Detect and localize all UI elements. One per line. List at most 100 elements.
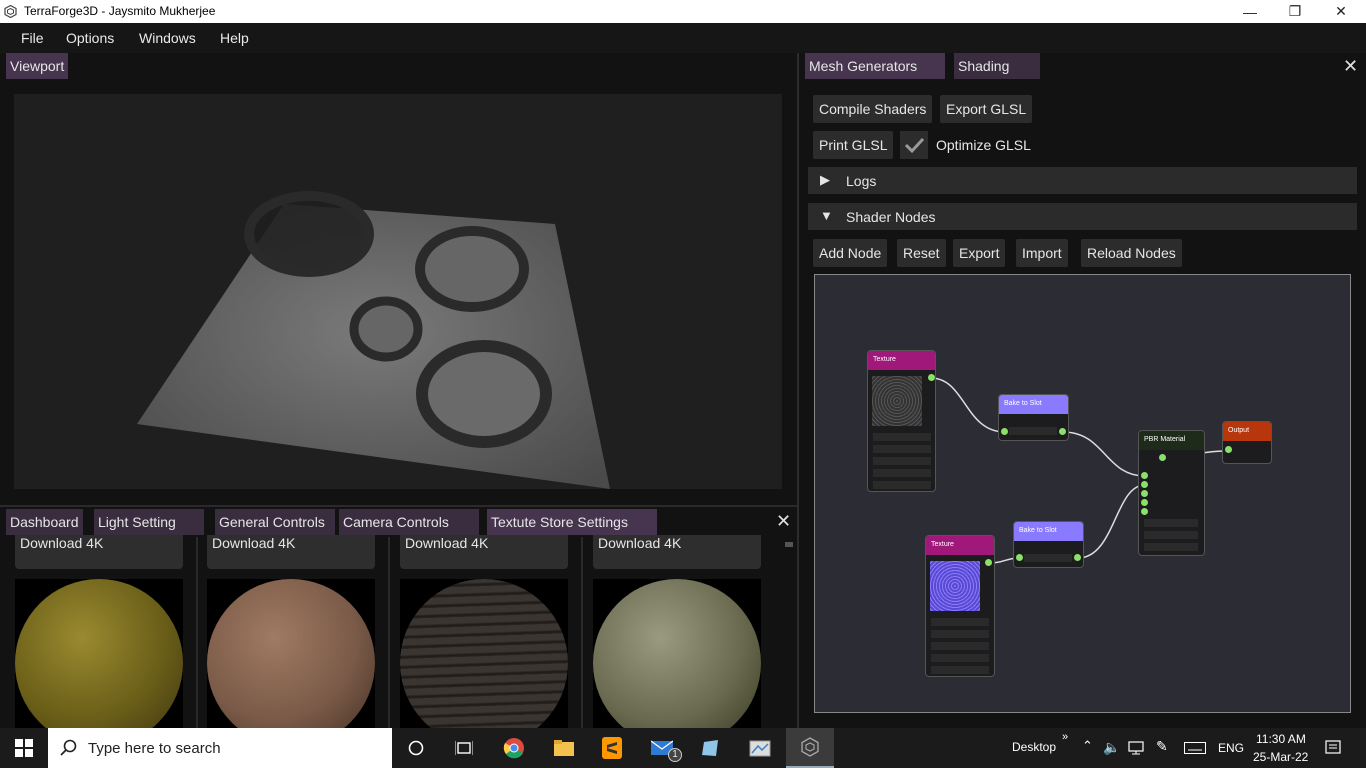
tab-general-controls[interactable]: General Controls [215,509,335,535]
brown-rock-sphere-icon [207,579,375,729]
input-pin[interactable] [1141,499,1148,506]
export-glsl-button[interactable]: Export GLSL [940,95,1033,123]
keyboard-icon[interactable] [1184,742,1206,754]
tab-dashboard[interactable]: Dashboard [6,509,83,535]
node-field [1144,543,1198,551]
pbr-material-node[interactable]: PBR Material [1138,430,1205,556]
chevron-up-icon[interactable]: ⌃ [1082,738,1093,754]
node-field [873,433,931,441]
print-glsl-button[interactable]: Print GLSL [813,131,894,159]
node-editor-canvas[interactable]: Texture Bake to Slot PBR Material Output… [814,274,1351,713]
texture-preview[interactable] [15,579,183,729]
bake-to-slot-node[interactable]: Bake to Slot [1013,521,1084,568]
output-pin[interactable] [1059,428,1066,435]
terraforge-logo-icon [4,5,17,18]
output-pin[interactable] [928,374,935,381]
download-4k-button[interactable]: Download 4K [400,535,568,569]
input-pin[interactable] [1141,490,1148,497]
clock-time[interactable]: 11:30 AM [1256,732,1306,746]
texture-preview[interactable] [400,579,568,729]
start-button[interactable] [0,728,48,768]
tab-shading[interactable]: Shading [954,53,1040,79]
texture-preview[interactable] [593,579,761,729]
compile-shaders-button[interactable]: Compile Shaders [813,95,933,123]
task-view-button[interactable] [440,728,488,768]
output-pin[interactable] [985,559,992,566]
shader-nodes-label: Shader Nodes [846,209,936,225]
close-window-button[interactable]: ✕ [1318,0,1364,23]
close-bottom-panel-button[interactable]: ✕ [776,511,791,532]
tab-mesh-generators[interactable]: Mesh Generators [805,53,945,79]
input-pin[interactable] [1141,472,1148,479]
tab-camera-controls[interactable]: Camera Controls [339,509,479,535]
volume-icon[interactable]: 🔈 [1103,739,1120,756]
menu-options[interactable]: Options [66,30,114,46]
download-4k-button[interactable]: Download 4K [15,535,183,569]
input-pin[interactable] [1016,554,1023,561]
search-placeholder: Type here to search [88,740,221,757]
checkmark-icon [904,137,925,154]
menu-file[interactable]: File [21,30,44,46]
menu-help[interactable]: Help [220,30,249,46]
shading-panel: Mesh Generators Shading ✕ Compile Shader… [799,53,1366,728]
node-field [931,618,989,626]
dark-bark-sphere-icon [400,579,568,729]
network-icon[interactable] [1128,741,1144,755]
chevron-right-icon[interactable]: » [1062,731,1068,743]
minimize-button[interactable]: — [1227,0,1273,23]
node-field [1009,427,1057,435]
desktop-toolbar-label[interactable]: Desktop [1012,740,1056,754]
add-node-button[interactable]: Add Node [813,239,888,267]
node-title: Bake to Slot [1014,522,1083,541]
sublime-taskbar-button[interactable] [588,728,636,768]
tab-texture-store-settings[interactable]: Textute Store Settings [487,509,657,535]
input-pin[interactable] [1225,446,1232,453]
clock-date[interactable]: 25-Mar-22 [1253,750,1308,764]
optimize-glsl-checkbox[interactable] [900,131,928,159]
download-4k-button[interactable]: Download 4K [593,535,761,569]
bake-to-slot-node[interactable]: Bake to Slot [998,394,1069,441]
reset-button[interactable]: Reset [897,239,946,267]
mail-taskbar-button[interactable]: 1 [638,728,686,768]
cortana-button[interactable] [392,728,440,768]
reload-nodes-button[interactable]: Reload Nodes [1081,239,1182,267]
language-indicator[interactable]: ENG [1218,741,1244,755]
close-right-panel-button[interactable]: ✕ [1343,56,1358,77]
input-pin[interactable] [1001,428,1008,435]
scrollbar-thumb[interactable] [785,542,793,547]
pen-icon[interactable]: ✎ [1156,738,1168,755]
viewport-panel: Viewport [0,53,797,507]
file-explorer-taskbar-button[interactable] [540,728,588,768]
taskbar-search-box[interactable]: Type here to search [48,728,392,768]
texture-preview[interactable] [207,579,375,729]
node-field [1144,519,1198,527]
bottom-panel: Dashboard Light Setting General Controls… [0,505,797,730]
app-taskbar-button[interactable] [686,728,734,768]
terraforge-taskbar-button[interactable] [786,728,834,768]
logs-section-header[interactable]: ▶ Logs [808,167,1357,194]
tab-light-setting[interactable]: Light Setting [94,509,204,535]
texture-node[interactable]: Texture [867,350,936,492]
notifications-icon[interactable] [1325,740,1341,756]
import-button[interactable]: Import [1016,239,1068,267]
tab-viewport[interactable]: Viewport [6,53,69,79]
mail-unread-badge: 1 [668,748,682,762]
restore-button[interactable]: ❐ [1272,0,1318,23]
output-node[interactable]: Output [1222,421,1272,464]
terrain-mesh [137,191,610,489]
output-pin[interactable] [1159,454,1166,461]
node-field [931,666,989,674]
shader-nodes-section-header[interactable]: ▼ Shader Nodes [808,203,1357,230]
output-pin[interactable] [1074,554,1081,561]
input-pin[interactable] [1141,508,1148,515]
chrome-taskbar-button[interactable] [490,728,538,768]
app-taskbar-button[interactable] [736,728,784,768]
node-title: Output [1223,422,1271,441]
download-4k-button[interactable]: Download 4K [207,535,375,569]
viewport-canvas[interactable] [14,94,782,489]
download-label: Download 4K [20,535,104,551]
texture-node[interactable]: Texture [925,535,995,677]
menu-windows[interactable]: Windows [139,30,196,46]
export-button[interactable]: Export [953,239,1006,267]
input-pin[interactable] [1141,481,1148,488]
